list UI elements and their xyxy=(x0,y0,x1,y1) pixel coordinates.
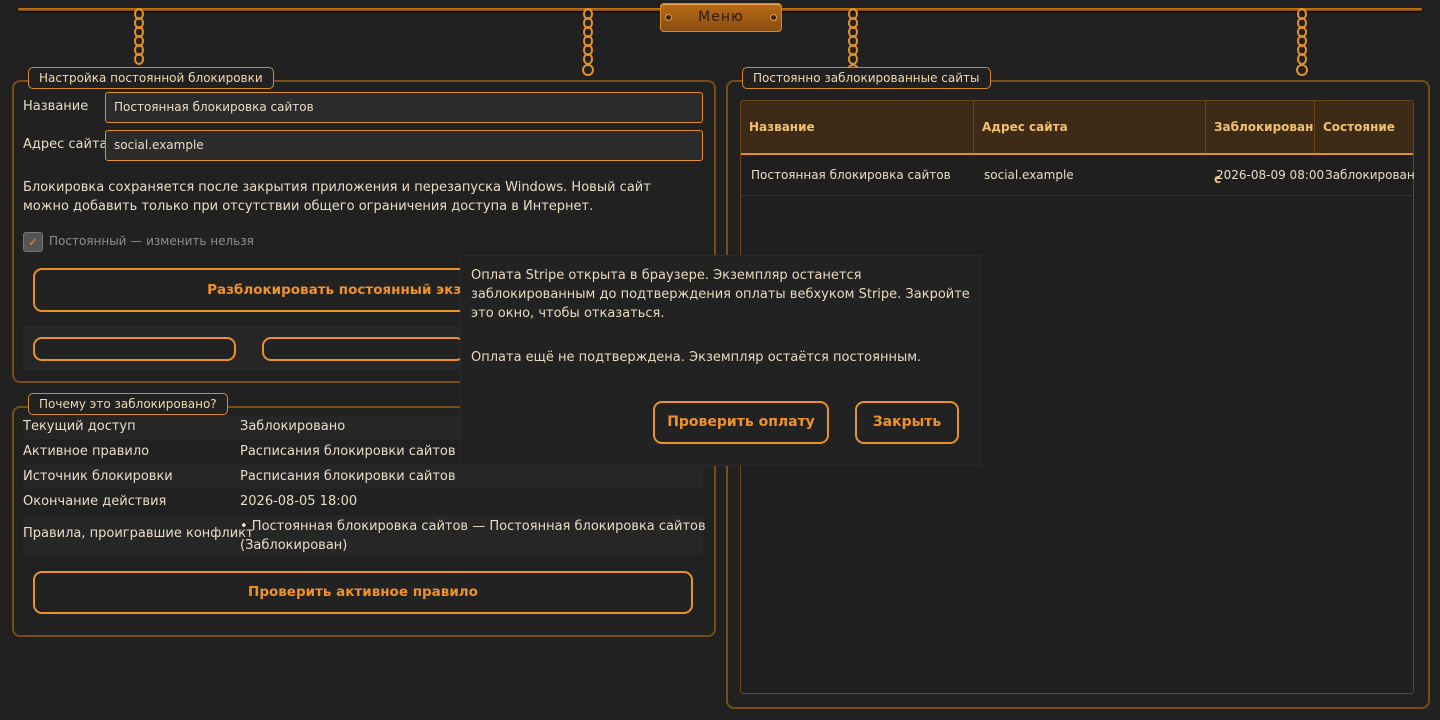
cell-state: Заблокирован xyxy=(1325,168,1415,182)
info-value: 2026-08-05 18:00 xyxy=(240,494,358,509)
payment-status: Оплата ещё не подтверждена. Экземпляр ос… xyxy=(471,350,922,365)
info-value: • Постоянная блокировка сайтов — Постоян… xyxy=(240,519,706,534)
cell-address: social.example xyxy=(984,168,1074,182)
cell-name: Постоянная блокировка сайтов xyxy=(751,168,951,182)
table-header: Название Адрес сайта Заблокирован с Сост… xyxy=(741,101,1413,186)
check-payment-button[interactable]: Проверить оплату xyxy=(653,401,829,444)
blocked-sites-legend: Постоянно заблокированные сайты xyxy=(742,67,991,89)
info-key: Источник блокировки xyxy=(23,469,173,484)
payment-dialog: Оплата Stripe открыта в браузере. Экземп… xyxy=(461,256,980,465)
secondary-button[interactable] xyxy=(262,337,465,361)
table-row[interactable]: Постоянная блокировка сайтов social.exam… xyxy=(741,155,1415,196)
column-header-state[interactable]: Состояние xyxy=(1315,101,1413,153)
chain-decoration xyxy=(581,8,594,80)
description-text: Блокировка сохраняется после закрытия пр… xyxy=(23,180,651,214)
menu-button-label: Меню xyxy=(698,9,744,25)
permanent-checkbox-label: Постоянный — изменить нельзя xyxy=(49,234,254,248)
secondary-button[interactable] xyxy=(33,337,236,361)
name-field[interactable]: Постоянная блокировка сайтов xyxy=(105,92,703,123)
info-value: Расписания блокировки сайтов xyxy=(240,444,456,459)
rivet-icon xyxy=(770,14,777,21)
info-value: Расписания блокировки сайтов xyxy=(240,469,456,484)
name-label: Название xyxy=(23,99,89,114)
cell-since: 2026-08-09 08:00 xyxy=(1216,168,1325,182)
settings-legend: Настройка постоянной блокировки xyxy=(28,67,274,89)
info-key: Правила, проигравшие конфликт xyxy=(23,526,254,541)
address-field[interactable]: social.example xyxy=(105,130,703,161)
info-value: (Заблокирован) xyxy=(240,538,348,553)
column-header-address[interactable]: Адрес сайта xyxy=(974,101,1206,153)
check-icon: ✓ xyxy=(27,235,39,249)
info-value: Заблокировано xyxy=(240,419,346,434)
chain-decoration xyxy=(1295,8,1308,80)
check-active-rule-button[interactable]: Проверить активное правило xyxy=(33,571,693,614)
payment-message: Оплата Stripe открыта в браузере. Экземп… xyxy=(471,268,970,321)
permanent-checkbox[interactable]: ✓ xyxy=(23,232,43,252)
info-key: Активное правило xyxy=(23,444,150,459)
address-label: Адрес сайта xyxy=(23,137,108,152)
close-dialog-button[interactable]: Закрыть xyxy=(855,401,959,444)
rivet-icon xyxy=(665,14,672,21)
menu-button[interactable]: Меню xyxy=(660,3,782,32)
info-key: Текущий доступ xyxy=(23,419,136,434)
column-header-since[interactable]: Заблокирован с xyxy=(1206,101,1315,186)
why-blocked-legend: Почему это заблокировано? xyxy=(28,393,228,415)
info-key: Окончание действия xyxy=(23,494,167,509)
column-header-name[interactable]: Название xyxy=(741,101,974,153)
